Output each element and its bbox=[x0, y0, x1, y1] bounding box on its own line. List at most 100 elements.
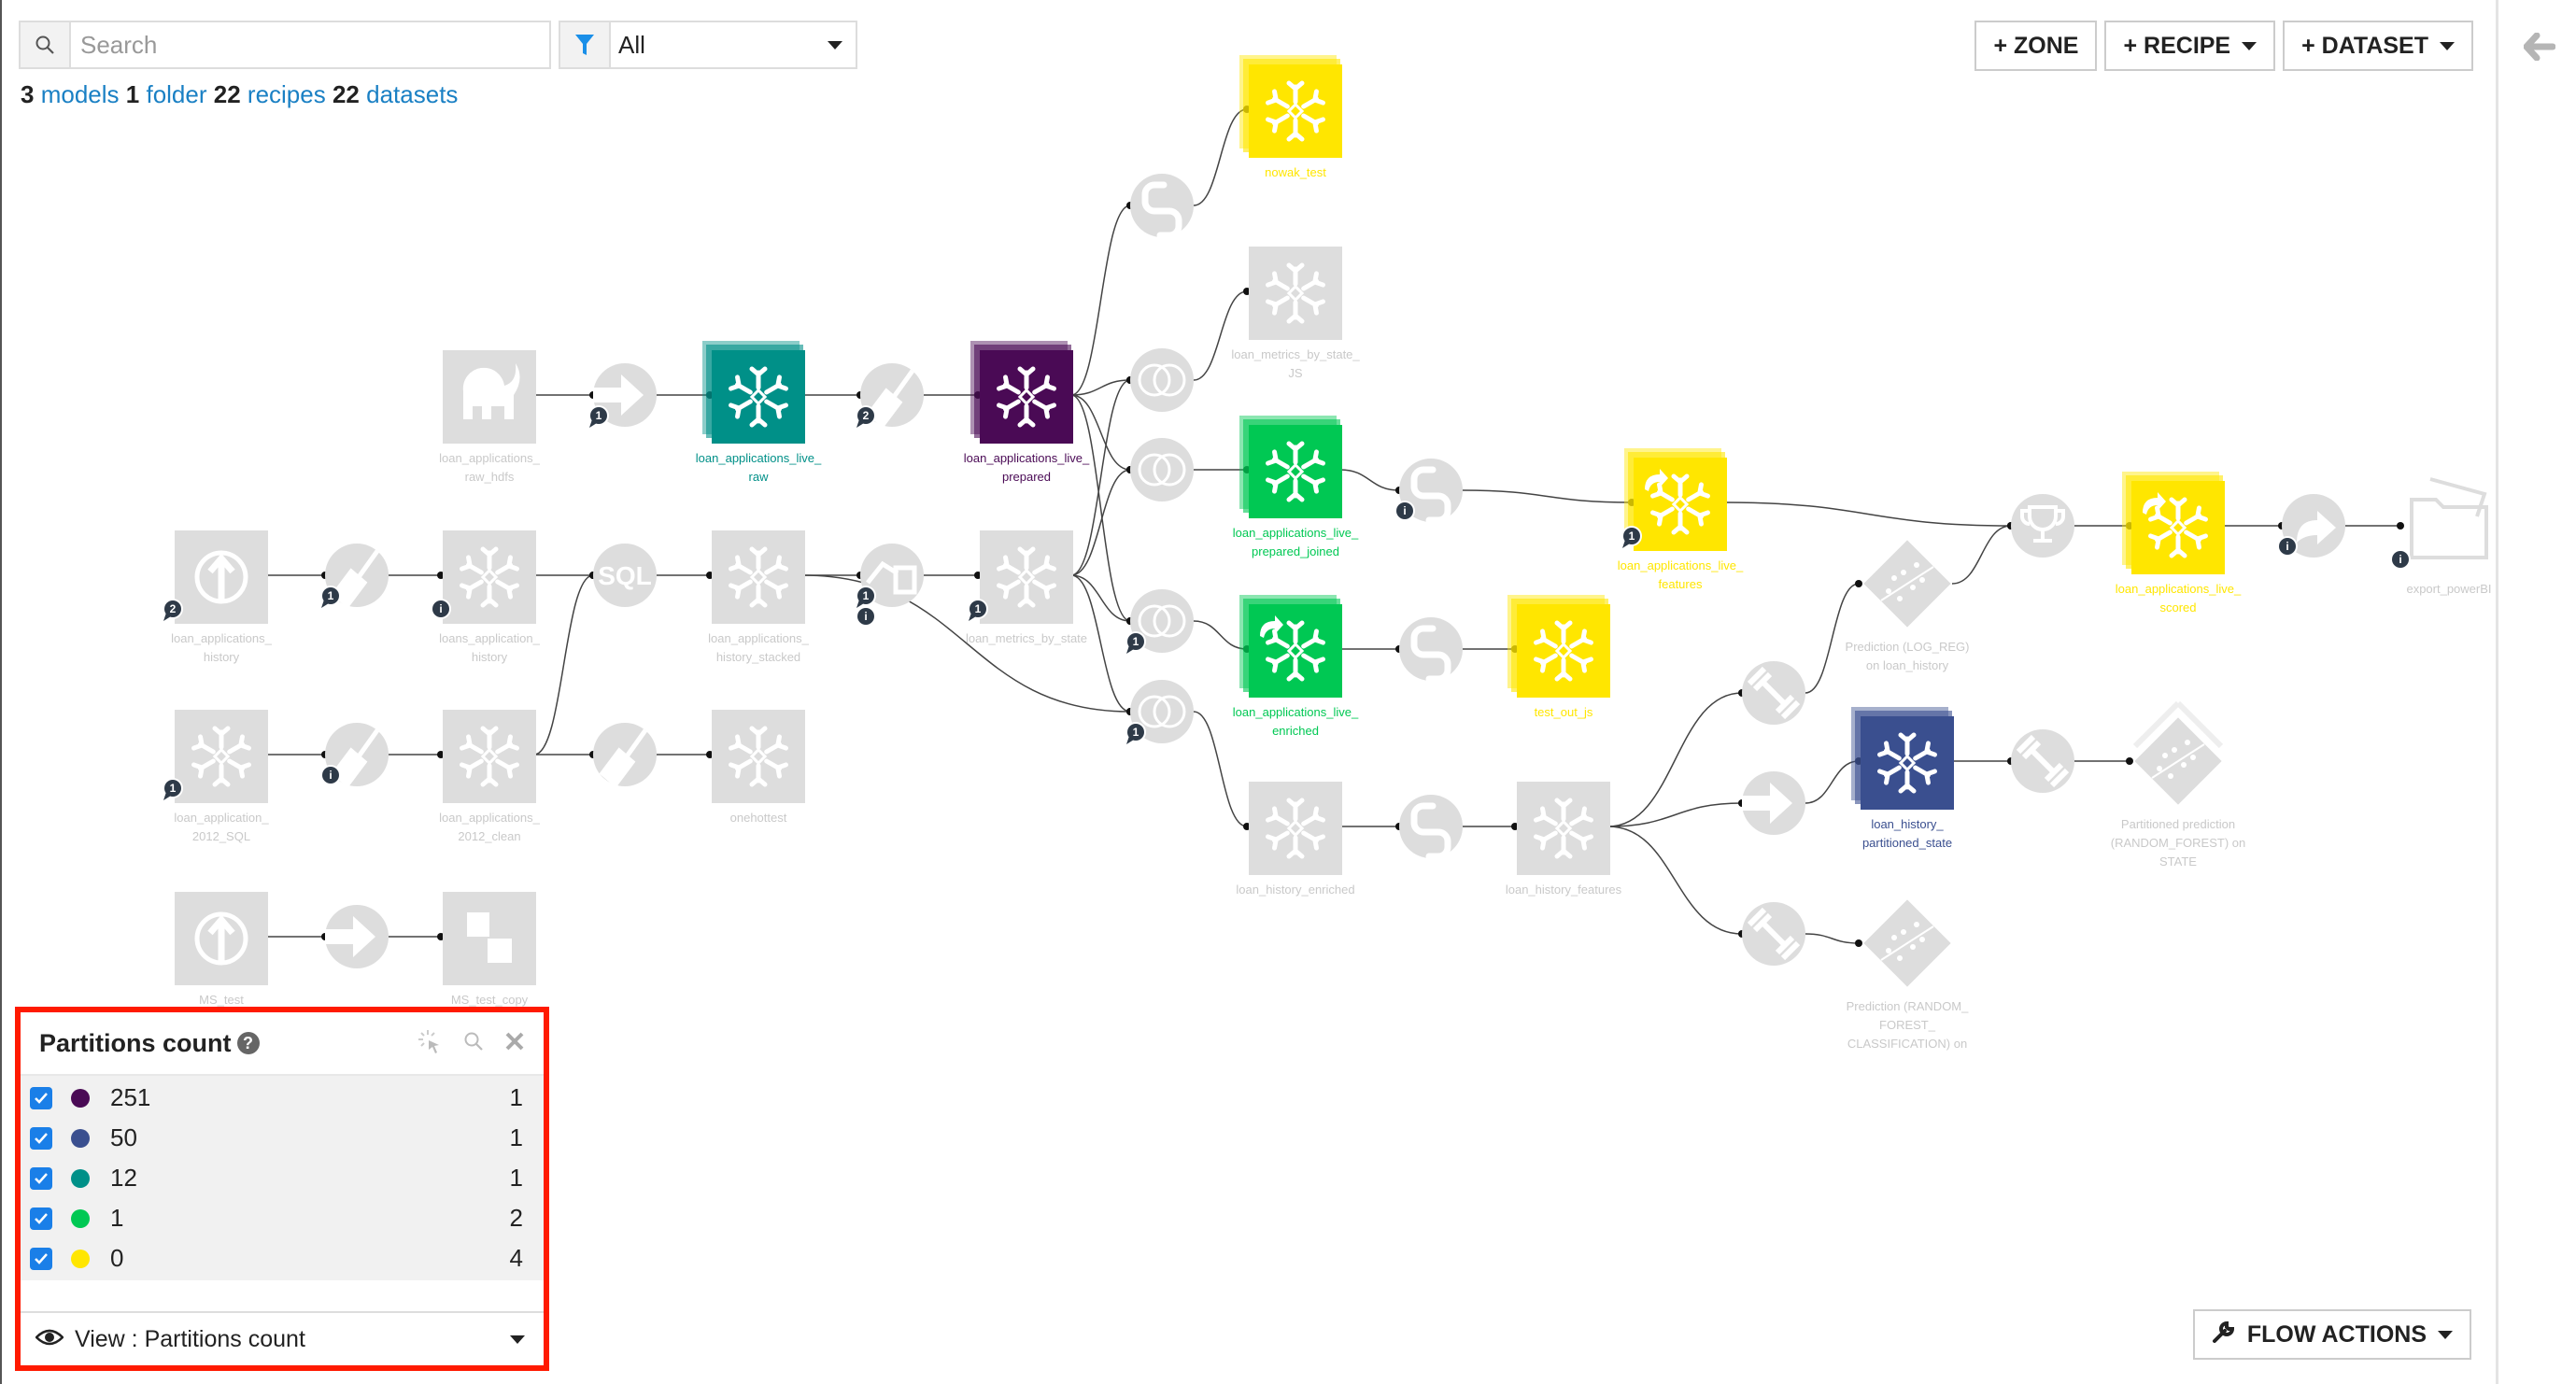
comment-badge[interactable]: 1 bbox=[1125, 722, 1146, 744]
dataset-node-history_enriched[interactable]: loan_history_enriched bbox=[1236, 782, 1355, 897]
svg-text:i: i bbox=[864, 610, 867, 623]
model-node-pred_rf_state[interactable]: Partitioned prediction (RANDOM_FOREST) on… bbox=[2111, 700, 2245, 869]
recipes-link[interactable]: recipes bbox=[248, 80, 326, 108]
model-label: Prediction (RANDOM_ bbox=[1847, 999, 1970, 1013]
recipe-node-r_prep_onehot[interactable] bbox=[593, 723, 657, 788]
info-badge[interactable]: i bbox=[856, 606, 876, 627]
dataset-node-export_powerbi[interactable]: export_powerBI bbox=[2406, 477, 2492, 596]
info-badge[interactable]: i bbox=[320, 765, 341, 785]
comment-badge[interactable]: 2 bbox=[856, 405, 876, 428]
dataset-label: scored bbox=[2159, 600, 2196, 614]
dataset-label: 2012_clean bbox=[458, 829, 520, 843]
filter-select[interactable]: All bbox=[559, 21, 857, 69]
flow-edge bbox=[1607, 826, 1743, 935]
recipe-node-r_train_logreg[interactable] bbox=[1742, 661, 1805, 725]
legend-checkbox[interactable] bbox=[30, 1166, 52, 1190]
recipe-node-r_train_rf_class[interactable] bbox=[1742, 902, 1805, 966]
dataset-node-partitioned_state[interactable]: loan_history_ partitioned_state bbox=[1851, 707, 1954, 850]
edge-endpoint bbox=[2126, 757, 2133, 765]
recipe-node-r_score[interactable] bbox=[2011, 494, 2074, 558]
add-zone-button[interactable]: + ZONE bbox=[1974, 21, 2098, 71]
search-input[interactable] bbox=[71, 22, 549, 67]
dataset-node-app_2012_clean[interactable]: loan_applications_ 2012_clean bbox=[439, 710, 541, 843]
dataset-node-history_features[interactable]: loan_history_features bbox=[1506, 782, 1622, 897]
svg-text:1: 1 bbox=[1629, 530, 1635, 543]
recipe-node-r_py_nowak[interactable] bbox=[1130, 174, 1194, 239]
dataset-node-app_2012_sql[interactable]: loan_application_ 2012_SQL bbox=[174, 710, 269, 843]
dataset-square bbox=[1249, 64, 1342, 158]
dataset-node-live_raw[interactable]: loan_applications_live_raw bbox=[696, 341, 822, 484]
dataset-label: features bbox=[1659, 577, 1703, 591]
recipe-node-r_train_rf_state[interactable] bbox=[2011, 729, 2074, 793]
chevron-down-icon bbox=[828, 40, 842, 49]
flow-edge bbox=[1070, 394, 1131, 622]
dataset-node-app_history[interactable]: loan_applications_history bbox=[171, 530, 273, 664]
dataset-node-nowak_test[interactable]: nowak_test bbox=[1239, 55, 1342, 179]
comment-badge[interactable]: 1 bbox=[320, 586, 341, 608]
flow-edge bbox=[1724, 501, 2012, 527]
right-panel-collapsed bbox=[2496, 0, 2576, 1384]
legend-checkbox[interactable] bbox=[30, 1207, 52, 1230]
dataset-node-ms_test_copy[interactable]: MS_test_copy bbox=[443, 892, 536, 1007]
info-badge[interactable]: i bbox=[431, 599, 451, 619]
view-selector[interactable]: View : Partitions count bbox=[21, 1311, 544, 1365]
datasets-link[interactable]: datasets bbox=[366, 80, 458, 108]
dataset-label: loan_applications_ bbox=[171, 631, 272, 645]
legend-checkbox[interactable] bbox=[30, 1247, 52, 1270]
model-node-pred_logreg[interactable]: Prediction (LOG_REG)on loan_history bbox=[1846, 540, 1970, 672]
dataset-node-live_prepared[interactable]: loan_applications_live_ prepared bbox=[964, 341, 1090, 484]
comment-badge[interactable]: 1 bbox=[1125, 631, 1146, 654]
dataset-square bbox=[980, 530, 1073, 624]
info-badge[interactable]: i bbox=[2390, 549, 2411, 570]
dataset-label: test_out_js bbox=[1535, 705, 1593, 719]
dataset-node-test_out_js[interactable]: test_out_js bbox=[1507, 595, 1610, 719]
folder-link[interactable]: folder bbox=[146, 80, 206, 108]
flow-actions-button[interactable]: FLOW ACTIONS bbox=[2192, 1309, 2471, 1360]
add-dataset-button[interactable]: + DATASET bbox=[2283, 21, 2473, 71]
info-badge[interactable]: i bbox=[1394, 501, 1415, 521]
recipe-node-r_join_pj[interactable] bbox=[1130, 438, 1194, 501]
recipe-node-r_sync_ms[interactable] bbox=[325, 905, 389, 968]
info-badge[interactable]: i bbox=[2277, 536, 2298, 557]
dataset-node-live_scored[interactable]: loan_applications_live_scored bbox=[2116, 472, 2242, 614]
dataset-square bbox=[980, 350, 1073, 444]
comment-badge[interactable]: 1 bbox=[856, 586, 876, 608]
dataset-node-raw_hdfs[interactable]: loan_applications_ raw_hdfs bbox=[439, 350, 541, 484]
legend-count: 1 bbox=[509, 1123, 523, 1151]
flow-edge bbox=[1805, 933, 1860, 944]
dataset-node-ms_test[interactable]: MS_test bbox=[175, 892, 268, 1007]
recipe-node-r_sync_part[interactable] bbox=[1742, 771, 1805, 835]
dataset-node-live_features[interactable]: loan_applications_live_ features bbox=[1618, 448, 1744, 591]
recipe-node-r_join_js[interactable] bbox=[1130, 348, 1194, 412]
dataset-node-metrics_js[interactable]: loan_metrics_by_state_ JS bbox=[1231, 247, 1360, 380]
select-cursor-icon[interactable] bbox=[417, 1028, 443, 1059]
expand-panel-button[interactable] bbox=[2519, 28, 2560, 69]
dataset-node-metrics_by_state[interactable]: loan_metrics_by_state bbox=[966, 530, 1087, 645]
add-recipe-button[interactable]: + RECIPE bbox=[2104, 21, 2276, 71]
dataset-square bbox=[1249, 247, 1342, 340]
dataset-node-onehottest[interactable]: onehottest bbox=[712, 710, 805, 825]
search-icon[interactable] bbox=[463, 1031, 484, 1056]
comment-badge[interactable]: 1 bbox=[588, 405, 609, 428]
recipe-node-r_sql[interactable]: SQL bbox=[593, 544, 657, 607]
filter-dropdown[interactable]: All bbox=[611, 22, 856, 67]
legend-checkbox[interactable] bbox=[30, 1126, 52, 1150]
svg-text:i: i bbox=[439, 602, 442, 615]
close-icon[interactable] bbox=[504, 1031, 525, 1056]
recipe-node-r_py_hist[interactable] bbox=[1399, 795, 1463, 860]
partitions-count-legend: Partitions count ? 251 1 50 1 12 1 1 2 0… bbox=[15, 1007, 549, 1371]
dataset-node-loans_app_history[interactable]: loans_application_history bbox=[439, 530, 541, 664]
legend-checkbox[interactable] bbox=[30, 1086, 52, 1109]
legend-row: 50 1 bbox=[21, 1118, 544, 1158]
dataset-node-history_stacked[interactable]: loan_applications_ history_stacked bbox=[708, 530, 810, 664]
dataset-node-prepared_joined[interactable]: loan_applications_live_ prepared_joined bbox=[1233, 416, 1359, 558]
recipe-node-r_py_test[interactable] bbox=[1399, 617, 1463, 683]
legend-row: 12 1 bbox=[21, 1158, 544, 1198]
dataset-label: loan_history_enriched bbox=[1236, 883, 1354, 897]
model-node-pred_rf_class[interactable]: Prediction (RANDOM_ FOREST_ CLASSIFICATION… bbox=[1847, 899, 1970, 1051]
help-icon[interactable]: ? bbox=[236, 1032, 260, 1054]
dataset-node-enriched[interactable]: loan_applications_live_ enriched bbox=[1233, 595, 1359, 738]
models-link[interactable]: models bbox=[41, 80, 120, 108]
svg-text:i: i bbox=[329, 769, 332, 782]
flow-canvas[interactable]: loan_applications_ raw_hdfs loan_applicati… bbox=[0, 0, 2496, 1384]
